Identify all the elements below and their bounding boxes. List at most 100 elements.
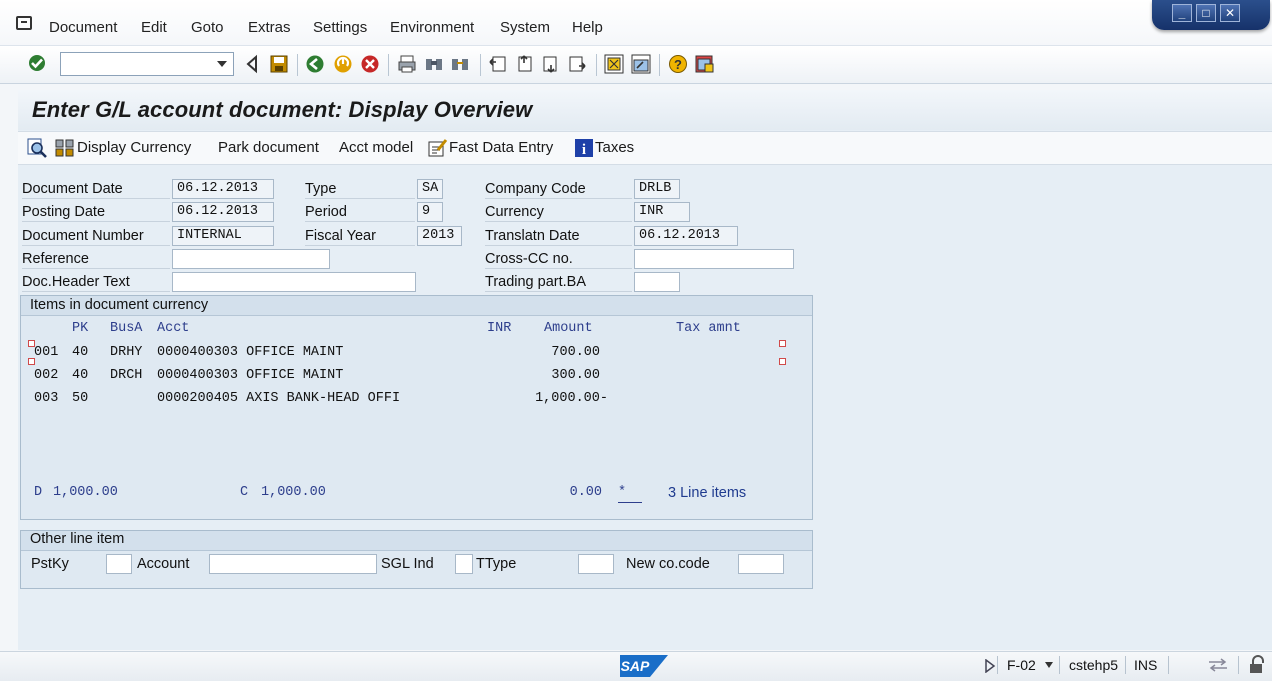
fast-data-entry-icon[interactable]: [428, 138, 448, 158]
lock-icon[interactable]: [1247, 655, 1267, 675]
pstky-field[interactable]: [106, 554, 132, 574]
posting-key: 40: [72, 368, 89, 383]
amount: 300.00: [551, 368, 600, 383]
print-icon[interactable]: [397, 54, 417, 74]
command-field[interactable]: [60, 52, 234, 76]
display-currency-icon[interactable]: [55, 138, 75, 158]
reference-field[interactable]: [172, 249, 330, 269]
last-page-icon[interactable]: [567, 54, 587, 74]
acct-model-button[interactable]: Acct model: [339, 139, 413, 156]
menu-help[interactable]: Help: [572, 19, 603, 36]
toolbar-separator: [659, 54, 660, 76]
shortcut-icon[interactable]: [631, 54, 651, 74]
menu-edit[interactable]: Edit: [141, 19, 167, 36]
info-icon[interactable]: i: [574, 138, 594, 158]
account-field[interactable]: [209, 554, 377, 574]
currency-field[interactable]: INR: [634, 202, 690, 222]
fast-data-entry-button[interactable]: Fast Data Entry: [449, 139, 553, 156]
system-menu-icon[interactable]: [16, 16, 32, 30]
posting-key: 50: [72, 391, 89, 406]
enter-icon[interactable]: [27, 53, 47, 73]
scroll-marker[interactable]: [779, 358, 786, 365]
window-controls: _ □ ✕: [1152, 0, 1270, 30]
display-document-icon[interactable]: [27, 138, 47, 158]
find-icon[interactable]: [424, 54, 444, 74]
find-next-icon[interactable]: [450, 54, 470, 74]
new-cocode-field[interactable]: [738, 554, 784, 574]
type-label: Type: [305, 179, 415, 199]
menu-goto[interactable]: Goto: [191, 19, 224, 36]
menu-extras[interactable]: Extras: [248, 19, 291, 36]
back-icon[interactable]: [305, 54, 325, 74]
customize-layout-icon[interactable]: [695, 54, 715, 74]
chevron-down-icon[interactable]: [217, 61, 227, 67]
business-area: DRHY: [110, 345, 143, 360]
trading-part-ba-field[interactable]: [634, 272, 680, 292]
menu-system[interactable]: System: [500, 19, 550, 36]
document-number-label: Document Number: [22, 226, 170, 246]
park-document-button[interactable]: Park document: [218, 139, 319, 156]
help-icon[interactable]: ?: [668, 54, 688, 74]
next-page-icon[interactable]: [541, 54, 561, 74]
chevron-down-icon[interactable]: [1045, 662, 1053, 668]
page-title: Enter G/L account document: Display Over…: [32, 97, 533, 122]
connection-icon: [1209, 658, 1227, 672]
menu-settings[interactable]: Settings: [313, 19, 367, 36]
line-number: 003: [34, 391, 59, 406]
cancel-icon[interactable]: [360, 54, 380, 74]
create-session-icon[interactable]: [604, 54, 624, 74]
amount: 1,000.00-: [535, 391, 608, 406]
document-date-field[interactable]: 06.12.2013: [172, 179, 274, 199]
pstky-label: PstKy: [31, 556, 69, 572]
column-pk[interactable]: PK: [72, 321, 88, 336]
status-separator: [1238, 656, 1239, 674]
column-inr[interactable]: INR: [487, 321, 511, 336]
play-icon[interactable]: [984, 659, 996, 673]
items-group-title: Items in document currency: [30, 297, 209, 313]
account-description: 0000400303 OFFICE MAINT: [157, 368, 344, 383]
posting-key: 40: [72, 345, 89, 360]
exit-icon[interactable]: [333, 54, 353, 74]
toolbar-separator: [297, 54, 298, 76]
input-mode[interactable]: INS: [1134, 657, 1157, 673]
svg-text:SAP: SAP: [621, 658, 650, 674]
column-amount[interactable]: Amount: [544, 321, 593, 336]
previous-page-icon[interactable]: [514, 54, 534, 74]
maximize-icon[interactable]: □: [1196, 4, 1216, 22]
column-busa[interactable]: BusA: [110, 321, 142, 336]
credit-total: 1,000.00: [261, 485, 326, 500]
minimize-icon[interactable]: _: [1172, 4, 1192, 22]
period-field[interactable]: 9: [417, 202, 443, 222]
status-separator: [997, 656, 998, 674]
column-tax-amnt[interactable]: Tax amnt: [676, 321, 741, 336]
type-field[interactable]: SA: [417, 179, 443, 199]
sap-logo: SAP: [620, 655, 668, 677]
column-acct[interactable]: Acct: [157, 321, 189, 336]
back-arrow-icon[interactable]: [243, 54, 263, 74]
menu-environment[interactable]: Environment: [390, 19, 474, 36]
amount: 700.00: [551, 345, 600, 360]
translatn-date-field[interactable]: 06.12.2013: [634, 226, 738, 246]
ttype-field[interactable]: [578, 554, 614, 574]
scroll-marker[interactable]: [779, 340, 786, 347]
translatn-date-label: Translatn Date: [485, 226, 632, 246]
menu-document[interactable]: Document: [49, 19, 117, 36]
transaction-code[interactable]: F-02: [1007, 657, 1036, 673]
close-icon[interactable]: ✕: [1220, 4, 1240, 22]
sgl-ind-field[interactable]: [455, 554, 473, 574]
balance-flag: *: [618, 485, 642, 503]
taxes-button[interactable]: Taxes: [595, 139, 634, 156]
line-items-count: 3 Line items: [668, 485, 747, 501]
save-icon[interactable]: [269, 54, 289, 74]
first-page-icon[interactable]: [488, 54, 508, 74]
company-code-field[interactable]: DRLB: [634, 179, 680, 199]
display-currency-button[interactable]: Display Currency: [77, 139, 191, 156]
cross-cc-no-label: Cross-CC no.: [485, 249, 632, 269]
other-line-item-title: Other line item: [30, 531, 125, 547]
posting-date-field[interactable]: 06.12.2013: [172, 202, 274, 222]
toolbar-separator: [596, 54, 597, 76]
cross-cc-no-field[interactable]: [634, 249, 794, 269]
svg-text:i: i: [582, 142, 586, 158]
application-toolbar: [18, 131, 1272, 165]
doc-header-text-field[interactable]: [172, 272, 416, 292]
